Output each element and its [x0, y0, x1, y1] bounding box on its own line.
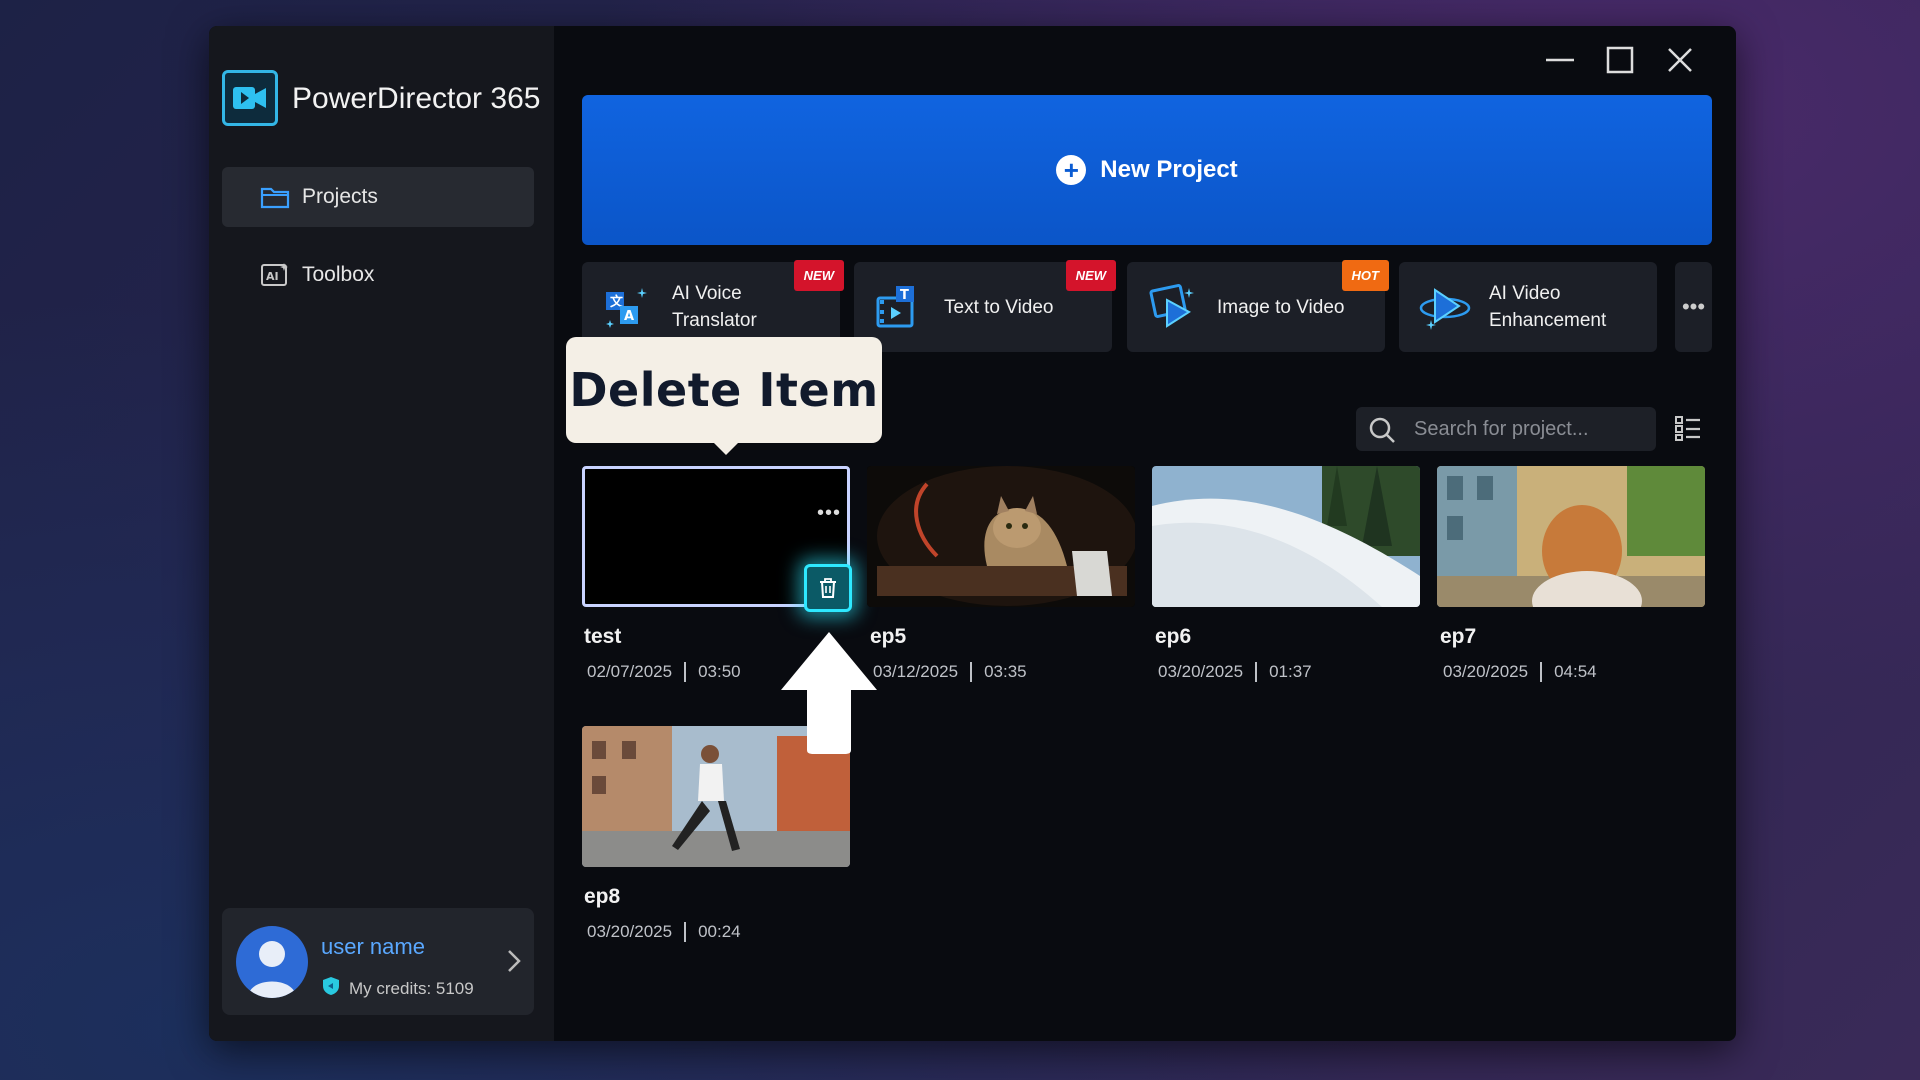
street-thumbnail-image — [1437, 466, 1705, 607]
maximize-icon — [1606, 46, 1634, 74]
project-meta-test: 02/07/2025 03:50 — [587, 662, 741, 682]
project-thumbnail-ep7[interactable] — [1437, 466, 1705, 607]
ai-video-enhancement-icon — [1419, 284, 1473, 338]
maximize-button[interactable] — [1604, 44, 1636, 76]
sidebar-item-projects[interactable]: Projects — [222, 167, 534, 227]
project-date: 03/20/2025 — [1443, 662, 1529, 681]
project-duration: 03:50 — [698, 662, 741, 681]
tool-label: Image to Video — [1217, 294, 1344, 321]
search-input[interactable]: Search for project... — [1356, 407, 1656, 451]
credits-label: My credits: 5109 — [321, 976, 474, 1001]
project-name-test: test — [584, 625, 622, 648]
search-icon — [1368, 416, 1396, 450]
user-name: user name — [321, 934, 425, 959]
new-badge: NEW — [1065, 260, 1116, 291]
tool-image-to-video[interactable]: Image to Video HOT — [1127, 260, 1389, 352]
close-icon — [1668, 48, 1692, 72]
meta-divider — [1540, 662, 1543, 682]
svg-text:T: T — [900, 288, 909, 303]
project-thumbnail-ep5[interactable] — [867, 466, 1135, 607]
project-duration: 00:24 — [698, 922, 741, 941]
app-window: PowerDirector 365 Projects AI Toolbox us… — [209, 26, 1736, 1041]
tool-text-to-video[interactable]: T Text to Video NEW — [854, 260, 1116, 352]
tool-label: AI Voice Translator — [672, 280, 757, 334]
meta-divider — [970, 662, 973, 682]
delete-item-tooltip: Delete Item — [566, 337, 882, 443]
project-meta-ep6: 03/20/2025 01:37 — [1158, 662, 1312, 682]
new-project-label: New Project — [1100, 156, 1238, 183]
hot-badge: HOT — [1341, 260, 1389, 291]
more-tools-button[interactable]: ••• — [1675, 262, 1712, 352]
user-account-card[interactable]: user name My credits: 5109 — [222, 908, 534, 1015]
search-placeholder: Search for project... — [1414, 417, 1589, 440]
image-to-video-icon — [1147, 284, 1197, 338]
app-title: PowerDirector 365 — [292, 82, 541, 115]
tool-label-line1: Text to Video — [944, 296, 1054, 318]
up-arrow-icon — [781, 632, 877, 754]
trash-icon — [820, 578, 836, 598]
meta-divider — [1255, 662, 1258, 682]
project-name-ep8: ep8 — [584, 885, 621, 908]
project-duration: 04:54 — [1554, 662, 1597, 681]
project-duration: 01:37 — [1269, 662, 1312, 681]
project-date: 03/20/2025 — [587, 922, 673, 941]
credits-icon — [321, 976, 341, 1001]
ai-voice-translator-icon: 文 A — [602, 284, 650, 338]
tooltip-pointer — [712, 441, 740, 455]
close-button[interactable] — [1664, 44, 1696, 76]
window-controls — [1544, 44, 1696, 76]
snow-thumbnail-image — [1152, 466, 1420, 607]
tool-label-line1: Image to Video — [1217, 296, 1345, 318]
svg-text:A: A — [624, 309, 634, 324]
project-date: 03/20/2025 — [1158, 662, 1244, 681]
project-meta-ep7: 03/20/2025 04:54 — [1443, 662, 1597, 682]
svg-text:AI: AI — [266, 270, 279, 283]
minimize-icon — [1546, 58, 1574, 62]
sidebar-item-label: Projects — [302, 185, 378, 208]
credits-text: My credits: 5109 — [349, 978, 474, 998]
cat-thumbnail-image — [867, 466, 1135, 607]
tool-label-line1: AI Video — [1489, 283, 1561, 304]
new-project-button[interactable]: + New Project — [582, 95, 1712, 245]
project-name-ep6: ep6 — [1155, 625, 1192, 648]
tool-label: Text to Video — [944, 294, 1054, 321]
app-logo — [222, 70, 278, 126]
project-thumbnail-ep6[interactable] — [1152, 466, 1420, 607]
project-meta-ep8: 03/20/2025 00:24 — [587, 922, 741, 942]
tool-label-line1: AI Voice — [672, 283, 742, 304]
project-duration: 03:35 — [984, 662, 1027, 681]
list-view-toggle[interactable] — [1674, 414, 1702, 447]
more-dots-icon: ••• — [1681, 294, 1706, 319]
project-meta-ep5: 03/12/2025 03:35 — [873, 662, 1027, 682]
delete-project-button[interactable] — [804, 564, 852, 612]
avatar — [236, 926, 308, 998]
tool-label-line2: Enhancement — [1489, 310, 1607, 331]
folder-icon — [260, 184, 290, 216]
sidebar-item-toolbox[interactable]: AI Toolbox — [222, 245, 534, 305]
project-date: 02/07/2025 — [587, 662, 673, 681]
ai-toolbox-icon: AI — [260, 262, 290, 294]
meta-divider — [684, 662, 687, 682]
text-to-video-icon: T — [874, 284, 922, 338]
project-name-ep7: ep7 — [1440, 625, 1477, 648]
minimize-button[interactable] — [1544, 44, 1576, 76]
sidebar-item-label: Toolbox — [302, 263, 375, 286]
tool-ai-video-enhancement[interactable]: AI Video Enhancement — [1399, 262, 1657, 352]
project-menu-icon[interactable]: ••• — [817, 502, 841, 525]
plus-circle-icon: + — [1056, 155, 1087, 185]
meta-divider — [684, 922, 687, 942]
list-view-icon — [1675, 416, 1700, 441]
project-date: 03/12/2025 — [873, 662, 959, 681]
tool-label-line2: Translator — [672, 310, 757, 331]
tool-label: AI Video Enhancement — [1489, 280, 1606, 334]
sidebar: PowerDirector 365 Projects AI Toolbox us… — [209, 26, 554, 1041]
chevron-right-icon — [506, 948, 522, 979]
new-badge: NEW — [793, 260, 844, 291]
